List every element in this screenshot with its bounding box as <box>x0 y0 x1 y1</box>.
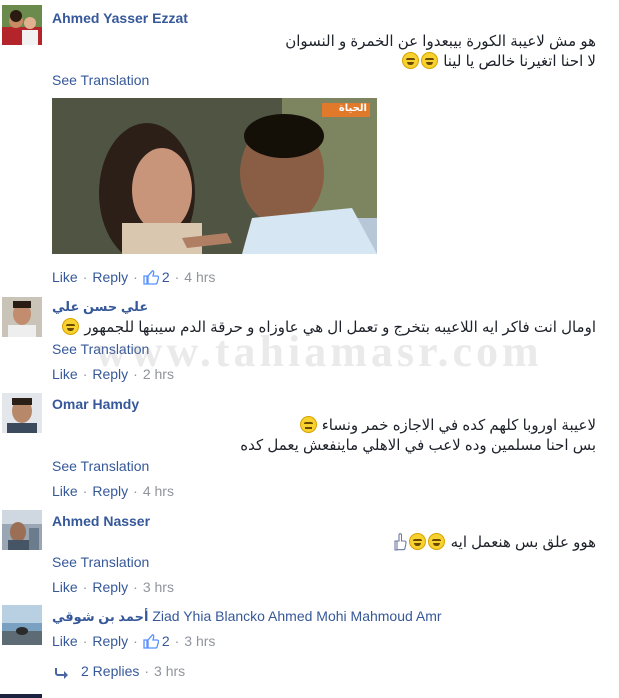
like-count-value: 2 <box>161 633 170 649</box>
reply-link[interactable]: Reply <box>92 269 128 285</box>
like-link[interactable]: Like <box>52 633 78 649</box>
separator: · <box>174 269 180 285</box>
hand-pointing-icon <box>394 533 408 551</box>
comment-text: لاعيبة اوروبا كلهم كده في الاجازه خمر ون… <box>321 417 596 434</box>
replies-timestamp: 3 hrs <box>154 663 186 679</box>
channel-logo: الحياة <box>338 103 367 114</box>
separator: · <box>133 483 138 499</box>
replies-count[interactable]: 2 Replies <box>81 663 139 679</box>
timestamp[interactable]: 2 hrs <box>143 366 174 382</box>
like-count[interactable]: 2 <box>143 269 170 285</box>
comment-actions: Like · Reply · 2 · 3 hrs <box>52 633 215 652</box>
comment-text: هوو علق بس هنعمل ايه <box>450 534 596 551</box>
comment-author[interactable]: Ahmed Nasser <box>52 513 150 529</box>
comment-author[interactable]: أحمد بن شوقي <box>52 609 148 624</box>
separator: · <box>82 366 88 382</box>
comment-text: اومال انت فاكر ايه اللاعيبه بتخرج و تعمل… <box>84 319 596 336</box>
comment-author[interactable]: Omar Hamdy <box>52 396 139 412</box>
timestamp[interactable]: 4 hrs <box>184 269 215 285</box>
separator: · <box>82 579 88 595</box>
comment-author[interactable]: Ahmed Yasser Ezzat <box>52 10 188 26</box>
comment-text-line: هوو علق بس هنعمل ايه <box>391 533 596 553</box>
reply-link[interactable]: Reply <box>92 366 128 382</box>
separator: · <box>82 633 88 649</box>
see-translation-link[interactable]: See Translation <box>52 72 149 88</box>
avatar[interactable] <box>2 297 42 337</box>
comment-line: أحمد بن شوقي Ziad Yhia Blancko Ahmed Moh… <box>52 608 442 625</box>
comment-actions: Like · Reply · 4 hrs <box>52 483 174 499</box>
separator: · <box>133 269 138 285</box>
separator: · <box>133 633 138 649</box>
view-replies[interactable]: 2 Replies · 3 hrs <box>55 663 185 682</box>
thumbs-up-icon <box>143 633 160 652</box>
bottom-divider <box>0 694 42 698</box>
comment-text-line: هو مش لاعيبة الكورة بيبعدوا عن الخمرة و … <box>285 32 596 52</box>
comment-text-line: بس احنا مسلمين وده لاعب في الاهلي ماينفع… <box>240 436 596 456</box>
comment-actions: Like · Reply · 3 hrs <box>52 579 174 595</box>
like-link[interactable]: Like <box>52 269 78 285</box>
reply-link[interactable]: Reply <box>92 633 128 649</box>
see-translation-link[interactable]: See Translation <box>52 458 149 474</box>
comment-text-line: لا احنا اتغيرنا خالص يا لينا <box>401 52 596 72</box>
separator: · <box>82 483 88 499</box>
see-translation-link[interactable]: See Translation <box>52 341 149 357</box>
comment-author[interactable]: علي حسن علي <box>52 299 148 315</box>
avatar[interactable] <box>2 393 42 433</box>
comment-text: لا احنا اتغيرنا خالص يا لينا <box>443 53 596 70</box>
laughing-emoji-icon <box>428 533 446 550</box>
comment-text: هو مش لاعيبة الكورة بيبعدوا عن الخمرة و … <box>285 33 596 50</box>
see-translation-link[interactable]: See Translation <box>52 554 149 570</box>
separator: · <box>133 579 138 595</box>
laughing-emoji-icon <box>62 318 80 335</box>
like-count-value: 2 <box>161 269 170 285</box>
comment-actions: Like · Reply · 2 · 4 hrs <box>52 269 215 288</box>
laughing-emoji-icon <box>402 52 420 69</box>
comment-text: بس احنا مسلمين وده لاعب في الاهلي ماينفع… <box>240 437 596 454</box>
avatar[interactable] <box>2 510 42 550</box>
comment-actions: Like · Reply · 2 hrs <box>52 366 174 382</box>
like-link[interactable]: Like <box>52 483 78 499</box>
separator: · <box>133 366 138 382</box>
separator: · <box>144 663 150 679</box>
laughing-emoji-icon <box>421 52 439 69</box>
avatar[interactable] <box>2 605 42 645</box>
tagged-people[interactable]: Ziad Yhia Blancko Ahmed Mohi Mahmoud Amr <box>152 608 441 624</box>
thumbs-up-icon <box>143 269 160 288</box>
reply-link[interactable]: Reply <box>92 483 128 499</box>
like-link[interactable]: Like <box>52 579 78 595</box>
laughing-emoji-icon <box>409 533 427 550</box>
like-link[interactable]: Like <box>52 366 78 382</box>
like-count[interactable]: 2 <box>143 633 170 649</box>
avatar[interactable] <box>2 5 42 45</box>
timestamp[interactable]: 4 hrs <box>143 483 174 499</box>
neutral-emoji-icon <box>299 416 317 433</box>
comment-image[interactable]: الحياة <box>52 98 377 254</box>
comment-text-line: لاعيبة اوروبا كلهم كده في الاجازه خمر ون… <box>299 416 596 436</box>
reply-arrow-icon <box>55 666 71 682</box>
comment-text-line: اومال انت فاكر ايه اللاعيبه بتخرج و تعمل… <box>61 318 596 338</box>
separator: · <box>82 269 88 285</box>
timestamp[interactable]: 3 hrs <box>184 633 215 649</box>
reply-link[interactable]: Reply <box>92 579 128 595</box>
timestamp[interactable]: 3 hrs <box>143 579 174 595</box>
separator: · <box>174 633 180 649</box>
